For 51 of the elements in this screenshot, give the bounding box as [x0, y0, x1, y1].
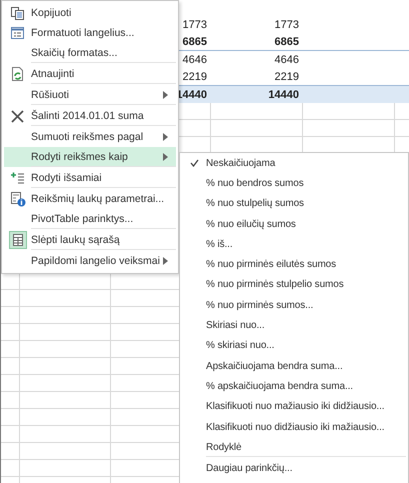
menu-item[interactable]: % apskaičiuojama bendra suma...: [182, 376, 406, 397]
close-icon: [11, 110, 24, 122]
menu-item[interactable]: % nuo pirminės eilutės sumos: [182, 254, 406, 275]
table-cell: 2219: [274, 70, 299, 82]
menu-item[interactable]: PivotTable parinktys...: [4, 209, 176, 229]
format-cells-icon: [10, 26, 25, 40]
table-cell: 14440: [268, 88, 299, 100]
menu-item[interactable]: Papildomi langelio veiksmai: [4, 251, 176, 271]
menu-item[interactable]: % nuo pirminės stulpelio sumos: [182, 274, 406, 296]
menu-item[interactable]: Šalinti 2014.01.01 suma: [4, 106, 176, 126]
menu-item[interactable]: Skaičių formatas...: [4, 43, 176, 63]
copy-icon: [10, 6, 25, 20]
table-cell: 6865: [274, 36, 299, 48]
table-cell: 4646: [182, 54, 207, 66]
table-cell: 6865: [182, 36, 207, 48]
menu-item[interactable]: Kopijuoti: [4, 3, 176, 23]
submenu-arrow-icon: [163, 257, 168, 265]
menu-item[interactable]: Formatuoti langelius...: [4, 23, 176, 43]
menu-item[interactable]: % iš...: [182, 234, 406, 254]
menu-item[interactable]: Skiriasi nuo...: [182, 315, 406, 336]
table-cell: 4646: [274, 54, 299, 66]
menu-item[interactable]: Klasifikuoti nuo mažiausio iki didžiausio...: [182, 396, 406, 417]
submenu-arrow-icon: [163, 133, 168, 141]
menu-item[interactable]: Sumuoti reikšmes pagal: [4, 127, 176, 147]
submenu-arrow-icon: [163, 153, 168, 161]
submenu-arrow-icon: [163, 91, 168, 99]
menu-item[interactable]: Rodyti reikšmes kaip: [4, 147, 176, 167]
expand-rows-icon: [10, 172, 25, 184]
menu-item[interactable]: % nuo stulpelių sumos: [182, 194, 406, 214]
refresh-icon: [10, 66, 25, 82]
table-cell: 2219: [182, 70, 207, 82]
menu-item[interactable]: Klasifikuoti nuo didžiausio iki mažiausio...: [182, 416, 406, 438]
menu-item[interactable]: % nuo bendros sumos: [182, 173, 406, 194]
checkmark-icon: [190, 159, 198, 168]
menu-item[interactable]: Neskaičiuojama: [182, 153, 406, 174]
menu-item[interactable]: Atnaujinti: [4, 64, 176, 84]
menu-item[interactable]: Reikšmių laukų parametrai...: [4, 189, 176, 209]
table-cell: 14440: [176, 88, 207, 100]
menu-item[interactable]: % nuo eilučių sumos: [182, 214, 406, 234]
menu-item[interactable]: Daugiau parinkčių...: [182, 458, 406, 479]
field-list-icon: [8, 231, 26, 249]
menu-item[interactable]: % skiriasi nuo...: [182, 336, 406, 356]
menu-item[interactable]: Slėpti laukų sąrašą: [4, 230, 176, 250]
field-settings-icon: [10, 191, 26, 207]
menu-item[interactable]: Rodyklė: [182, 437, 406, 458]
menu-item[interactable]: Rūšiuoti: [4, 85, 176, 105]
menu-item[interactable]: Rodyti išsamiai: [4, 168, 176, 188]
menu-item[interactable]: % nuo pirminės sumos...: [182, 295, 406, 316]
menu-item[interactable]: Apskaičiuojama bendra suma...: [182, 356, 406, 376]
table-cell: 1773: [274, 18, 299, 30]
table-cell: 1773: [182, 18, 207, 30]
